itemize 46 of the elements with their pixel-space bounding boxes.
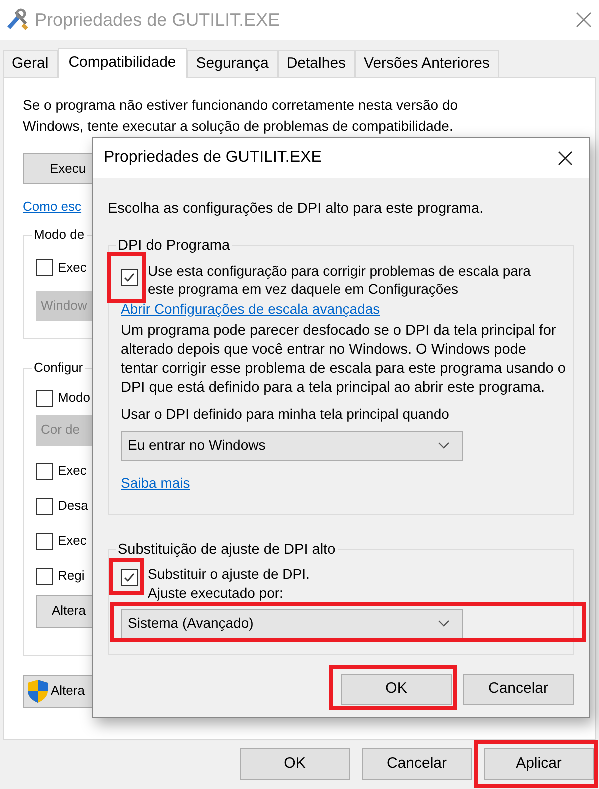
window-title: Propriedades de GUTILIT.EXE [35, 8, 280, 32]
dialog-intro-text: Escolha as configurações de DPI alto para este programa. [108, 200, 485, 219]
checkbox-label: Use esta configuração para corrigir problemas de escala para este programa em vez daquele em Configurações [147, 262, 532, 298]
checkbox-label: Desa [58, 497, 88, 516]
checkbox-label: Substituir o ajuste de DPI. [148, 564, 310, 584]
checkbox-label: Regi [58, 567, 85, 586]
intro-text: Se o programa não estiver funcionando corretamente nesta versão do Windows, tente executar a solução de problemas de compatibilidade. [23, 96, 460, 136]
tab[interactable]: Segurança [187, 50, 278, 77]
tab[interactable]: Compatibilidade [58, 48, 188, 78]
checkbox[interactable] [36, 568, 53, 584]
tools-icon [5, 8, 29, 32]
tab[interactable]: Geral [3, 50, 58, 77]
checkbox-label: Exec [58, 258, 87, 276]
checkbox-label: Modo [58, 389, 91, 408]
shield-icon [27, 678, 49, 704]
dialog-button[interactable]: OK [341, 674, 452, 705]
settings-link[interactable]: Abrir Configurações de escala avançadas [121, 298, 380, 320]
checkbox[interactable] [121, 568, 138, 586]
checkmark-icon [123, 572, 136, 583]
checkbox[interactable] [36, 390, 53, 406]
dialog-button[interactable]: Aplicar [484, 748, 594, 780]
checkbox[interactable] [36, 462, 53, 480]
dialog-button[interactable]: Cancelar [463, 674, 574, 705]
checkmark-icon [123, 272, 136, 283]
dropdown[interactable]: Eu entrar no Windows [121, 430, 463, 461]
checkbox[interactable] [36, 258, 53, 276]
checkbox[interactable] [36, 532, 53, 550]
close-icon [575, 11, 593, 29]
dropdown[interactable]: Sistema (Avançado) [121, 608, 463, 639]
chevron-down-icon [438, 620, 450, 628]
dialog-button[interactable]: Cancelar [362, 748, 472, 780]
checkbox[interactable] [36, 498, 53, 514]
dialog-button[interactable]: OK [240, 748, 350, 780]
dropdown-label: Usar o DPI definido para minha tela principal quando [121, 404, 450, 424]
close-icon [558, 150, 573, 166]
tab[interactable]: Versões Anteriores [355, 50, 499, 77]
tab[interactable]: Detalhes [278, 50, 356, 77]
dialog-title: Propriedades de GUTILIT.EXE [104, 148, 322, 168]
troubleshoot-button[interactable]: Execu [23, 153, 93, 184]
description-text: Um programa pode parecer desfocado se o DPI da tela principal for alterado depois que você entrar no Windows. O Windows pode tentar corrigir esse problema de escala para este programa usando o DPI que está definido para a tela principal ao abrir este programa. [121, 322, 566, 398]
dropdown-label: Ajuste executado por: [148, 584, 284, 603]
checkbox-label: Exec [58, 532, 87, 550]
learn-more-link[interactable]: Saiba mais [121, 472, 190, 494]
checkbox[interactable] [121, 268, 138, 286]
chevron-down-icon [438, 442, 450, 450]
checkbox-label: Exec [58, 462, 87, 480]
